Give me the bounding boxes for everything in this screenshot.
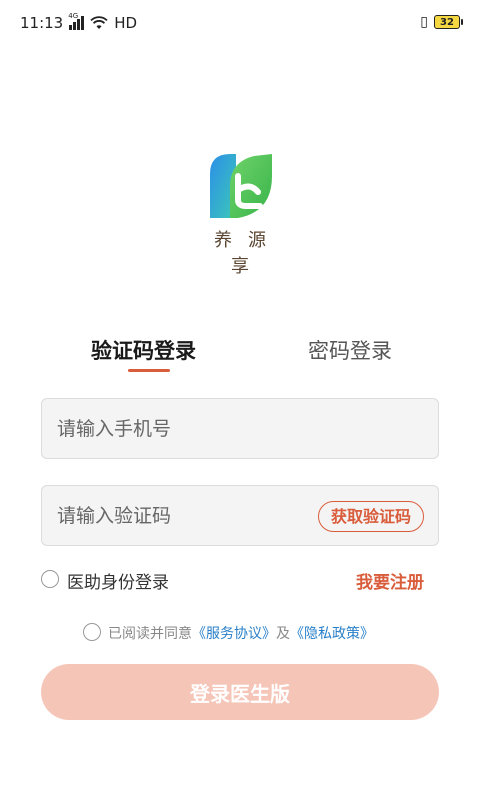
battery-icon: 32 (434, 15, 463, 29)
agreement-radio[interactable] (83, 623, 101, 641)
app-logo (210, 154, 272, 218)
status-time: 11:13 (20, 14, 64, 32)
signal-icon: 4G (68, 12, 85, 30)
register-link[interactable]: 我要注册 (356, 568, 424, 593)
status-bar: 11:13 4G HD ▯ 32 (0, 0, 480, 46)
tab-sms-login[interactable]: 验证码登录 (91, 335, 196, 365)
network-type: HD (114, 14, 138, 32)
brand-name: 养源享 (214, 230, 282, 277)
battery-level: 32 (440, 16, 454, 28)
assist-login-label[interactable]: 医助身份登录 (67, 568, 169, 593)
code-input[interactable] (57, 486, 307, 545)
service-agreement-link[interactable]: 《服务协议》 (192, 626, 276, 642)
agreement-text: 已阅读并同意《服务协议》及《隐私政策》 (108, 623, 374, 643)
login-button[interactable]: 登录医生版 (41, 664, 439, 720)
wifi-icon (90, 16, 108, 29)
phone-input[interactable] (57, 399, 307, 458)
tab-active-indicator (128, 369, 170, 372)
vibrate-icon: ▯ (420, 14, 428, 30)
agreement-and: 及 (276, 626, 290, 642)
assist-login-radio[interactable] (41, 570, 59, 588)
signal-type: 4G (68, 12, 79, 20)
code-field: 获取验证码 (41, 485, 439, 546)
phone-field (41, 398, 439, 459)
privacy-policy-link[interactable]: 《隐私政策》 (290, 626, 374, 642)
get-code-button[interactable]: 获取验证码 (317, 501, 424, 532)
status-right: ▯ 32 (420, 14, 463, 30)
tab-password-login[interactable]: 密码登录 (308, 335, 392, 365)
status-left: 11:13 4G HD (20, 12, 138, 32)
agreement-prefix: 已阅读并同意 (108, 626, 192, 642)
